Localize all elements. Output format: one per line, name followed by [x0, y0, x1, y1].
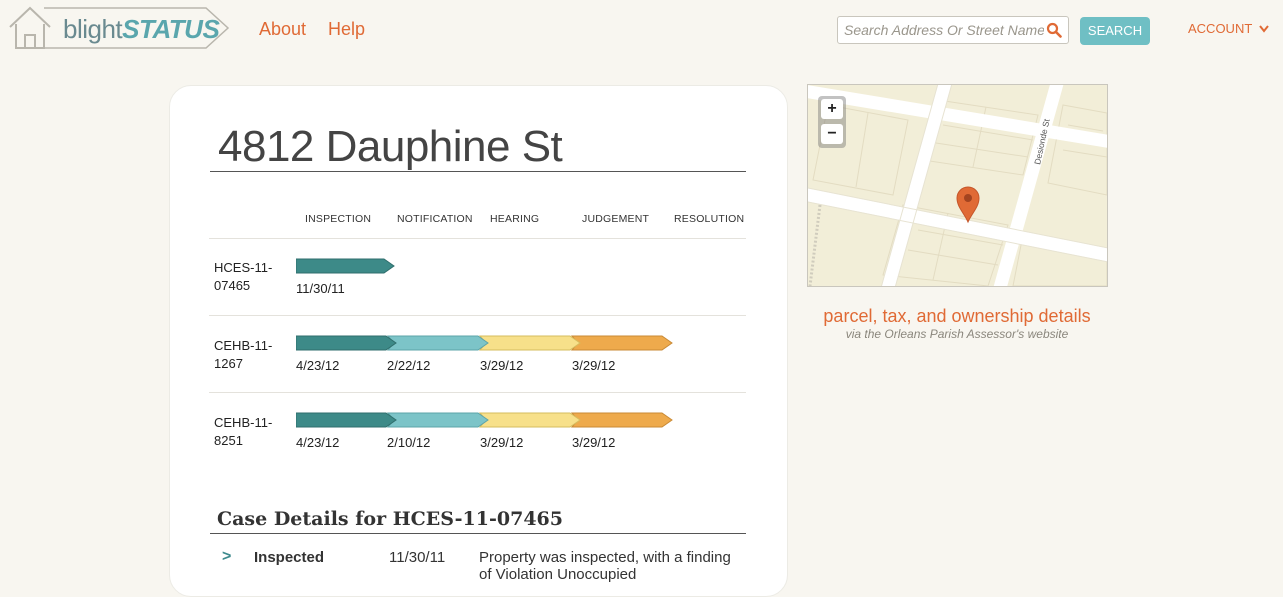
stage-date: 4/23/12 — [296, 435, 340, 450]
assessor-link[interactable]: parcel, tax, and ownership details — [806, 306, 1108, 327]
stage-hearing: HEARING — [490, 213, 540, 225]
case-progress-arrows — [296, 412, 673, 428]
chevron-down-icon — [1258, 25, 1269, 33]
case-id[interactable]: HCES-11- 07465 — [214, 259, 272, 295]
search-input[interactable] — [838, 17, 1044, 43]
zoom-in-button[interactable]: + — [821, 99, 843, 119]
stage-notification: NOTIFICATION — [397, 213, 473, 225]
map[interactable]: Desionde St — [807, 84, 1108, 287]
case-details-title: Case Details for HCES-11-07465 — [217, 508, 563, 530]
divider — [209, 392, 746, 393]
case-id-number: 8251 — [214, 433, 243, 448]
stage-resolution: RESOLUTION — [674, 213, 745, 225]
case-id[interactable]: CEHB-11- 1267 — [214, 337, 272, 373]
search-button[interactable]: SEARCH — [1080, 17, 1150, 45]
case-progress-arrows — [296, 335, 673, 351]
stage-date: 11/30/11 — [296, 281, 345, 296]
detail-description: Property was inspected, with a finding o… — [479, 549, 731, 583]
nav-help[interactable]: Help — [328, 19, 365, 40]
zoom-out-button[interactable]: − — [821, 124, 843, 144]
case-id[interactable]: CEHB-11- 8251 — [214, 414, 272, 450]
details-rule — [210, 533, 746, 534]
search-icon[interactable] — [1046, 22, 1062, 38]
page-title: 4812 Dauphine St — [218, 122, 563, 171]
nav-about[interactable]: About — [259, 19, 306, 40]
logo-text-part2: STATUS — [122, 14, 220, 44]
divider — [209, 238, 746, 239]
search-box — [837, 16, 1069, 44]
divider — [209, 315, 746, 316]
stage-date: 3/29/12 — [480, 358, 524, 373]
detail-date: 11/30/11 — [389, 549, 446, 566]
stage-date: 2/10/12 — [387, 435, 431, 450]
case-id-number: 1267 — [214, 356, 243, 371]
chevron-right-icon[interactable]: > — [222, 548, 231, 566]
title-rule — [210, 171, 746, 172]
assessor-subtext: via the Orleans Parish Assessor's websit… — [845, 327, 1069, 341]
logo-text-part1: blight — [63, 14, 123, 44]
case-id-number: 07465 — [214, 278, 251, 293]
stage-date: 3/29/12 — [572, 435, 616, 450]
stage-date: 3/29/12 — [480, 435, 524, 450]
map-tiles: Desionde St — [808, 85, 1107, 286]
detail-status: Inspected — [254, 549, 325, 566]
stage-judgement: JUDGEMENT — [582, 213, 650, 225]
logo[interactable]: blightSTATUS — [8, 5, 230, 51]
case-id-prefix: CEHB-11- — [214, 338, 273, 353]
zoom-control: + − — [818, 96, 846, 148]
stage-date: 2/22/12 — [387, 358, 431, 373]
account-menu[interactable]: ACCOUNT — [1188, 21, 1269, 36]
case-progress-arrows — [296, 258, 395, 274]
account-label: ACCOUNT — [1188, 21, 1253, 36]
stage-inspection: INSPECTION — [305, 213, 372, 225]
stage-date: 4/23/12 — [296, 358, 340, 373]
stage-date: 3/29/12 — [572, 358, 616, 373]
case-id-prefix: CEHB-11- — [214, 415, 273, 430]
case-id-prefix: HCES-11- — [214, 260, 273, 275]
